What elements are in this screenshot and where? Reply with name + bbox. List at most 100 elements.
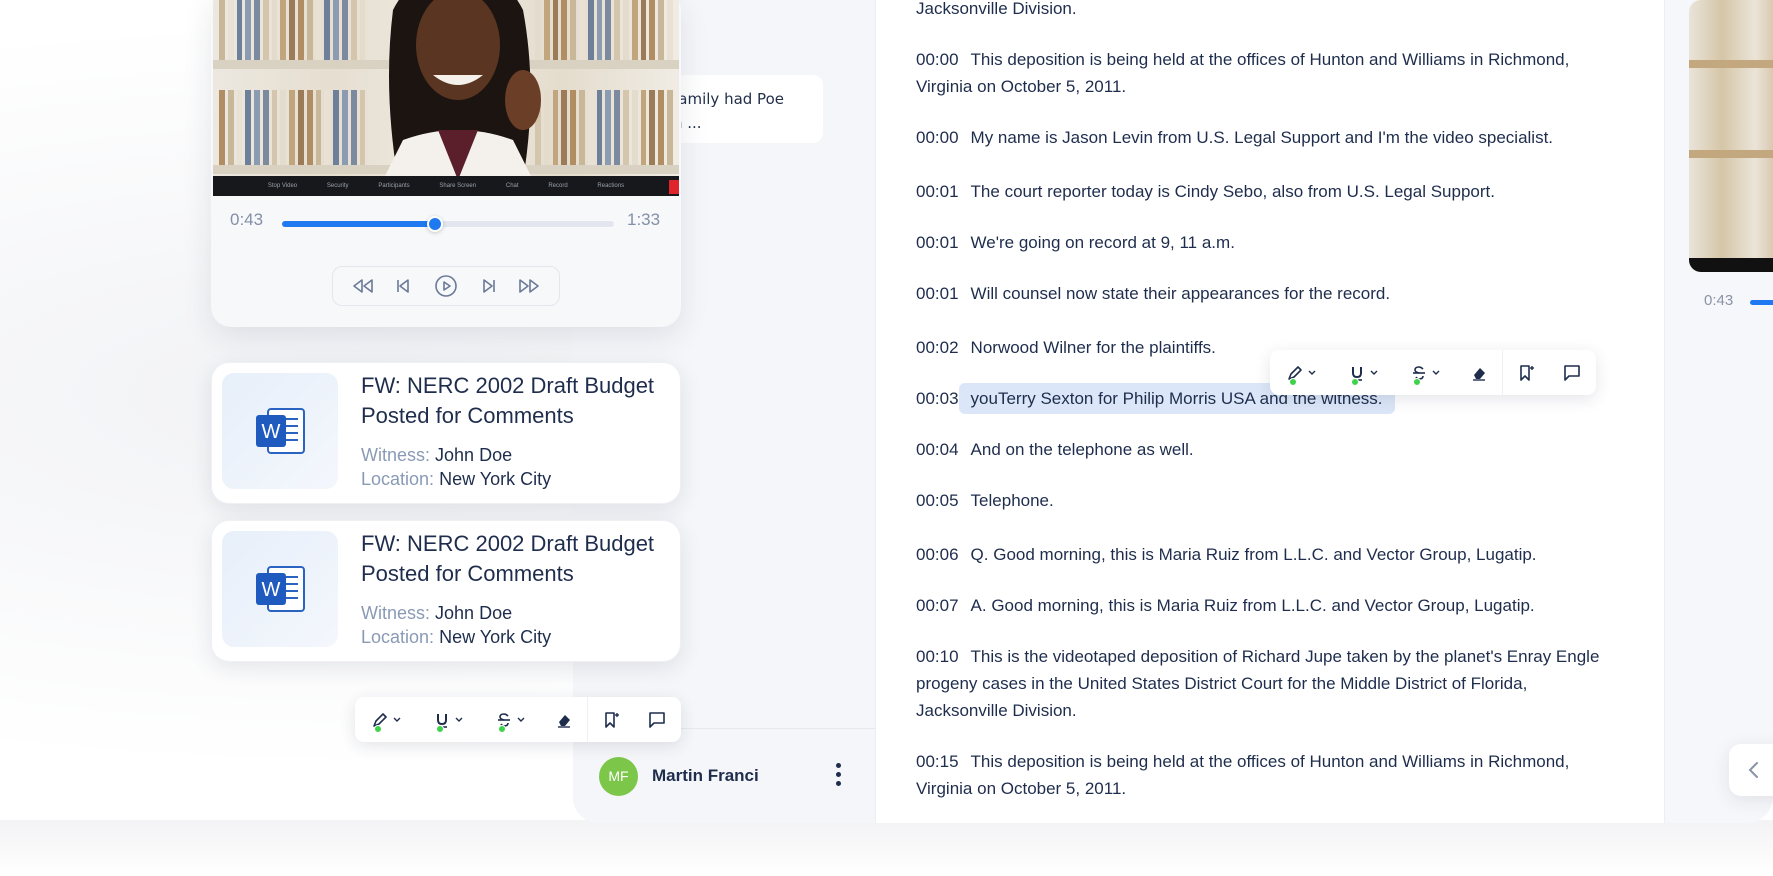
transcript-line[interactable]: progeny cases in the United States Distr…: [876, 670, 1664, 697]
witness-value: John Doe: [435, 445, 513, 465]
transcript-line[interactable]: 00:15 This deposition is being held at th…: [876, 748, 1664, 775]
location-value: New York City: [439, 627, 552, 647]
snippet-line-2: n ...: [673, 114, 702, 132]
timestamp[interactable]: 00:04: [916, 436, 959, 463]
play-icon[interactable]: [434, 274, 458, 298]
location-value: New York City: [439, 469, 552, 489]
transcript-line[interactable]: Virginia on October 5, 2011.: [876, 73, 1664, 100]
document-card[interactable]: W FW: NERC 2002 Draft Budget Posted for …: [211, 520, 681, 662]
step-back-icon[interactable]: [394, 277, 414, 295]
transcript-line[interactable]: Jacksonville Division.: [876, 0, 1664, 22]
transcript-line[interactable]: 00:00 This deposition is being held at th…: [876, 46, 1664, 73]
comment-icon[interactable]: [1549, 350, 1595, 395]
timestamp[interactable]: 00:01: [916, 178, 959, 205]
location-label: Location:: [361, 469, 435, 489]
transcript-text: Telephone.: [970, 491, 1054, 510]
transcript-text: And on the telephone as well.: [970, 440, 1194, 459]
location-label: Location:: [361, 627, 435, 647]
transcript-line[interactable]: 00:05 Telephone.: [876, 487, 1664, 514]
transcript-line[interactable]: Jacksonville Division.: [876, 697, 1664, 724]
strikethrough-icon[interactable]: [479, 697, 541, 742]
svg-text:W: W: [262, 579, 281, 601]
meeting-toolbar-item[interactable]: Stop Video: [268, 183, 297, 189]
timestamp[interactable]: 00:00: [916, 124, 959, 151]
annotation-toolbar: [1270, 350, 1596, 395]
step-forward-icon[interactable]: [478, 277, 498, 295]
timestamp[interactable]: 00:10: [916, 643, 959, 670]
transcript-line[interactable]: 00:07 A. Good morning, this is Maria Ruiz…: [876, 592, 1664, 619]
bookmark-icon[interactable]: [588, 697, 634, 742]
document-title: FW: NERC 2002 Draft Budget Posted for Co…: [361, 531, 655, 586]
meeting-toolbar-item[interactable]: Security: [327, 183, 349, 189]
transcript-line[interactable]: 00:06 Q. Good morning, this is Maria Ruiz…: [876, 541, 1664, 568]
timestamp[interactable]: 00:02: [916, 334, 959, 361]
transcript-line[interactable]: 00:10 This is the videotaped deposition o…: [876, 643, 1664, 670]
transcript-line[interactable]: 00:01 The court reporter today is Cindy S…: [876, 178, 1664, 205]
location-row: Location: New York City: [361, 627, 551, 648]
highlighter-icon[interactable]: [1270, 350, 1332, 395]
pagination: 1 of 100: [1729, 744, 1773, 796]
seek-handle[interactable]: [426, 216, 443, 232]
floor-shadow: [0, 820, 1773, 876]
transcript-line[interactable]: 00:01 Will counsel now state their appear…: [876, 280, 1664, 307]
transcript-line[interactable]: 00:04 And on the telephone as well.: [876, 436, 1664, 463]
underline-icon[interactable]: [417, 697, 479, 742]
transcript-text: progeny cases in the United States Distr…: [916, 674, 1528, 693]
word-doc-icon: W: [222, 531, 338, 647]
timestamp[interactable]: 00:03: [916, 385, 959, 412]
eraser-icon[interactable]: [541, 697, 587, 742]
meeting-toolbar: Stop Video Security Participants Share Scre…: [213, 176, 679, 196]
transcript-line[interactable]: 00:00 My name is Jason Levin from U.S. Le…: [876, 124, 1664, 151]
timestamp[interactable]: 00:07: [916, 592, 959, 619]
secondary-video[interactable]: [1689, 0, 1773, 272]
secondary-current-time: 0:43: [1704, 292, 1734, 309]
meeting-toolbar-item[interactable]: Share Screen: [439, 183, 476, 189]
word-doc-icon: W: [222, 373, 338, 489]
snippet-line-1: family had Poe: [673, 90, 784, 108]
comment-snippet[interactable]: family had Poe n ...: [673, 75, 823, 143]
underline-icon[interactable]: [1332, 350, 1394, 395]
speaker-person: [383, 0, 541, 180]
meeting-toolbar-item[interactable]: Record: [548, 183, 567, 189]
video-feed[interactable]: Stop Video Security Participants Share Scre…: [213, 0, 679, 196]
transcript-app-panel: family had Poe n ... MF Martin Franci pr…: [573, 0, 1773, 823]
timestamp[interactable]: 00:05: [916, 487, 959, 514]
bookmark-icon[interactable]: [1503, 350, 1549, 395]
timestamp[interactable]: 00:06: [916, 541, 959, 568]
user-row[interactable]: MF Martin Franci: [573, 728, 875, 823]
timestamp[interactable]: 00:00: [916, 46, 959, 73]
witness-row: Witness: John Doe: [361, 445, 512, 466]
transcript-text: My name is Jason Levin from U.S. Legal S…: [970, 128, 1554, 147]
transcript-text: Q. Good morning, this is Maria Ruiz from…: [970, 545, 1537, 564]
strikethrough-icon[interactable]: [1394, 350, 1456, 395]
timestamp[interactable]: 00:15: [916, 748, 959, 775]
highlighter-icon[interactable]: [355, 697, 417, 742]
transcript-line[interactable]: Virginia on October 5, 2011.: [876, 775, 1664, 802]
secondary-video-card: 0:43: [1687, 0, 1773, 398]
annotation-toolbar-secondary: [355, 697, 681, 742]
witness-label: Witness:: [361, 603, 431, 623]
user-name: Martin Franci: [652, 766, 759, 785]
transcript-text: The court reporter today is Cindy Sebo, …: [970, 182, 1495, 201]
timestamp[interactable]: 00:01: [916, 229, 959, 256]
prev-page-icon[interactable]: [1744, 758, 1764, 787]
secondary-progress-bar[interactable]: [1750, 300, 1773, 305]
transcript-line[interactable]: 00:01 We're going on record at 9, 11 a.m.: [876, 229, 1664, 256]
transcript-text: We're going on record at 9, 11 a.m.: [970, 233, 1235, 252]
transcript-pane: progeny cases in the United States Distr…: [875, 0, 1773, 823]
transcript-text: Norwood Wilner for the plaintiffs.: [970, 338, 1216, 357]
meeting-toolbar-item[interactable]: Chat: [506, 183, 519, 189]
svg-text:W: W: [262, 421, 281, 443]
fast-forward-icon[interactable]: [517, 277, 541, 295]
eraser-icon[interactable]: [1456, 350, 1502, 395]
witness-value: John Doe: [435, 603, 513, 623]
location-row: Location: New York City: [361, 469, 551, 490]
meeting-toolbar-item[interactable]: Participants: [378, 183, 409, 189]
comment-icon[interactable]: [634, 697, 680, 742]
more-options-icon[interactable]: [836, 763, 842, 786]
timestamp[interactable]: 00:01: [916, 280, 959, 307]
meeting-toolbar-item[interactable]: Reactions: [597, 183, 624, 189]
document-card[interactable]: W FW: NERC 2002 Draft Budget Posted for …: [211, 362, 681, 504]
seek-bar[interactable]: [282, 216, 614, 232]
rewind-icon[interactable]: [351, 277, 375, 295]
